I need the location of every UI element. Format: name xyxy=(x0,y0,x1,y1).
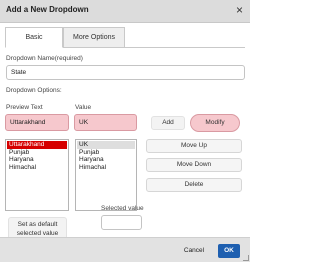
preview-listbox[interactable]: Uttarakhand Punjab Haryana Himachal xyxy=(5,139,69,211)
dialog-footer: Cancel OK xyxy=(0,237,250,262)
cancel-button[interactable]: Cancel xyxy=(177,244,211,258)
preview-text-label: Preview Text xyxy=(6,104,43,111)
list-item[interactable]: Himachal xyxy=(77,164,135,172)
tab-more-options[interactable]: More Options xyxy=(63,27,125,48)
selected-value-label: Selected value xyxy=(101,205,144,212)
list-item[interactable]: Punjab xyxy=(7,149,67,157)
modify-button[interactable]: Modify xyxy=(190,114,240,132)
list-item[interactable]: Haryana xyxy=(77,156,135,164)
value-input[interactable]: UK xyxy=(74,114,137,131)
dialog-title: Add a New Dropdown xyxy=(6,5,89,14)
selected-value-input[interactable] xyxy=(101,215,142,230)
delete-button[interactable]: Delete xyxy=(146,178,242,192)
value-listbox[interactable]: UK Punjab Haryana Himachal xyxy=(75,139,137,211)
preview-text-input[interactable]: Uttarakhand xyxy=(5,114,69,131)
list-item[interactable]: Uttarakhand xyxy=(7,141,67,149)
dropdown-options-label: Dropdown Options: xyxy=(6,87,62,94)
resize-grip-icon[interactable] xyxy=(243,255,249,261)
dropdown-name-label: Dropdown Name(required) xyxy=(6,55,83,62)
list-item[interactable]: Haryana xyxy=(7,156,67,164)
add-button[interactable]: Add xyxy=(151,116,185,130)
list-item[interactable]: Punjab xyxy=(77,149,135,157)
tab-basic[interactable]: Basic xyxy=(5,27,63,48)
ok-button[interactable]: OK xyxy=(218,244,240,258)
list-item[interactable]: Himachal xyxy=(7,164,67,172)
move-down-button[interactable]: Move Down xyxy=(146,158,242,172)
list-item[interactable]: UK xyxy=(77,141,135,149)
dialog-titlebar: Add a New Dropdown × xyxy=(0,0,250,23)
move-up-button[interactable]: Move Up xyxy=(146,139,242,153)
dialog-body: Basic More Options Dropdown Name(require… xyxy=(0,23,250,240)
dropdown-name-input[interactable]: State xyxy=(6,65,245,80)
value-label: Value xyxy=(75,104,92,111)
close-icon[interactable]: × xyxy=(236,3,243,17)
